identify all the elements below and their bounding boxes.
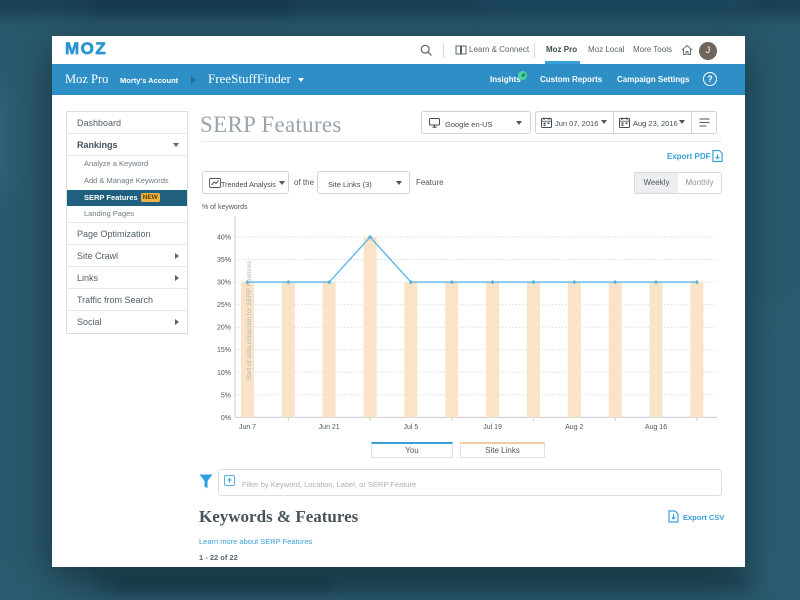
svg-text:Jun 7: Jun 7 [239,424,256,431]
svg-text:Jun 21: Jun 21 [319,424,340,431]
svg-text:40%: 40% [217,235,231,242]
svg-text:15%: 15% [217,347,231,354]
svg-text:30%: 30% [217,280,231,287]
svg-text:0%: 0% [221,415,231,422]
svg-text:10%: 10% [217,370,231,377]
svg-text:25%: 25% [217,302,231,309]
svg-text:20%: 20% [217,325,231,332]
svg-text:Aug 16: Aug 16 [645,424,667,431]
svg-text:5%: 5% [221,392,231,399]
svg-text:Jul 5: Jul 5 [404,424,419,431]
svg-text:Aug 2: Aug 2 [565,424,583,431]
svg-text:Start of data collection for S: Start of data collection for SERP Featur… [246,260,253,381]
svg-text:Jul 19: Jul 19 [483,424,502,431]
svg-text:35%: 35% [217,257,231,264]
